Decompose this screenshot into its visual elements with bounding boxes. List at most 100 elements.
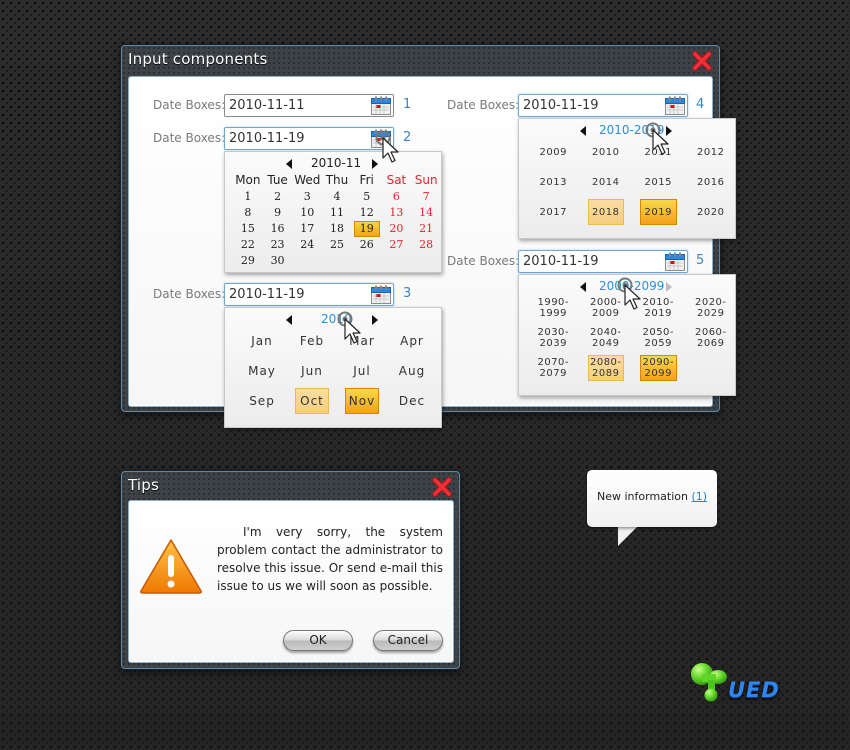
date-value: 2010-11-19 bbox=[523, 98, 599, 113]
decade-cell[interactable]: 2070- 2079 bbox=[535, 355, 572, 381]
calendar-icon[interactable] bbox=[665, 252, 685, 271]
decade-cell[interactable]: 1990- 1999 bbox=[535, 295, 572, 321]
day-cell[interactable]: 26 bbox=[352, 237, 382, 253]
year-cell[interactable]: 2019 bbox=[640, 199, 677, 225]
month-cell[interactable]: Oct bbox=[295, 388, 329, 414]
calendar-icon[interactable] bbox=[371, 96, 391, 115]
day-cell[interactable]: 7 bbox=[411, 189, 441, 205]
day-cell[interactable]: 15 bbox=[233, 221, 263, 237]
decade-cell[interactable]: 2020- 2029 bbox=[693, 295, 730, 321]
day-cell[interactable]: 13 bbox=[382, 205, 412, 221]
date-box-4[interactable]: 2010-11-19 bbox=[518, 94, 688, 117]
day-cell[interactable]: 14 bbox=[411, 205, 441, 221]
year-picker-title[interactable]: 2010-2019 bbox=[599, 123, 664, 137]
notification-count-link[interactable]: (1) bbox=[691, 490, 707, 503]
prev-year-arrow-icon[interactable] bbox=[286, 315, 292, 325]
day-cell[interactable]: 30 bbox=[263, 253, 293, 269]
notification-bubble: New information (1) bbox=[587, 470, 717, 527]
day-cell[interactable]: 29 bbox=[233, 253, 263, 269]
ok-button[interactable]: OK bbox=[283, 630, 353, 651]
close-x-icon[interactable] bbox=[431, 476, 453, 498]
month-cell[interactable]: Apr bbox=[395, 328, 429, 354]
month-cell[interactable]: Feb bbox=[295, 328, 329, 354]
year-cell[interactable]: 2015 bbox=[640, 169, 677, 195]
day-cell[interactable]: 21 bbox=[411, 221, 441, 237]
next-century-arrow-icon[interactable] bbox=[666, 282, 672, 292]
day-cell[interactable]: 18 bbox=[322, 221, 352, 237]
year-cell[interactable]: 2010 bbox=[588, 139, 625, 165]
empty-day-cell bbox=[292, 253, 322, 269]
month-picker-title[interactable]: 2010 bbox=[321, 312, 352, 326]
month-cell[interactable]: Jul bbox=[345, 358, 379, 384]
next-month-arrow-icon[interactable] bbox=[372, 159, 378, 169]
day-cell[interactable]: 24 bbox=[292, 237, 322, 253]
date-box-1[interactable]: 2010-11-11 bbox=[224, 94, 394, 117]
day-cell[interactable]: 9 bbox=[263, 205, 293, 221]
day-cell[interactable]: 28 bbox=[411, 237, 441, 253]
month-cell[interactable]: Mar bbox=[345, 328, 379, 354]
day-cell[interactable]: 2 bbox=[263, 189, 293, 205]
decade-cell[interactable]: 2030- 2039 bbox=[535, 325, 572, 351]
year-cell[interactable]: 2013 bbox=[535, 169, 572, 195]
year-cell[interactable]: 2016 bbox=[693, 169, 730, 195]
month-cell[interactable]: Aug bbox=[395, 358, 429, 384]
day-cell[interactable]: 19 bbox=[353, 221, 380, 237]
date-box-label: Date Boxes: bbox=[153, 98, 226, 112]
decade-cell[interactable]: 2080- 2089 bbox=[587, 355, 624, 381]
cancel-button[interactable]: Cancel bbox=[373, 630, 443, 651]
day-cell[interactable]: 6 bbox=[382, 189, 412, 205]
calendar-icon[interactable] bbox=[371, 285, 391, 304]
year-cell[interactable]: 2018 bbox=[587, 199, 624, 225]
date-box-5[interactable]: 2010-11-19 bbox=[518, 250, 688, 273]
decade-cell[interactable]: 2090- 2099 bbox=[640, 355, 677, 381]
close-x-icon[interactable] bbox=[691, 50, 713, 72]
month-cell[interactable]: Dec bbox=[395, 388, 429, 414]
year-cell[interactable]: 2012 bbox=[693, 139, 730, 165]
month-cell[interactable]: Jan bbox=[245, 328, 279, 354]
date-box-3[interactable]: 2010-11-19 bbox=[224, 283, 394, 306]
day-cell[interactable]: 10 bbox=[292, 205, 322, 221]
day-cell[interactable]: 23 bbox=[263, 237, 293, 253]
day-cell[interactable]: 27 bbox=[382, 237, 412, 253]
month-cell[interactable]: Sep bbox=[245, 388, 279, 414]
year-cell[interactable]: 2017 bbox=[535, 199, 572, 225]
year-cell[interactable]: 2009 bbox=[535, 139, 572, 165]
day-cell[interactable]: 20 bbox=[382, 221, 412, 237]
day-picker-title[interactable]: 2010-11 bbox=[311, 156, 361, 170]
day-cell[interactable]: 11 bbox=[322, 205, 352, 221]
decade-cell[interactable]: 2040- 2049 bbox=[588, 325, 625, 351]
month-cell[interactable]: Nov bbox=[345, 388, 379, 414]
decade-picker-title[interactable]: 2000-2099 bbox=[599, 279, 664, 293]
prev-month-arrow-icon[interactable] bbox=[286, 159, 292, 169]
day-cell[interactable]: 8 bbox=[233, 205, 263, 221]
date-value: 2010-11-19 bbox=[229, 287, 305, 302]
decade-cell[interactable]: 2010- 2019 bbox=[640, 295, 677, 321]
year-cell[interactable]: 2011 bbox=[640, 139, 677, 165]
next-decade-arrow-icon[interactable] bbox=[666, 126, 672, 136]
calendar-icon[interactable] bbox=[371, 129, 391, 148]
day-cell[interactable]: 5 bbox=[352, 189, 382, 205]
year-cell[interactable]: 2014 bbox=[588, 169, 625, 195]
day-cell[interactable]: 3 bbox=[292, 189, 322, 205]
day-cell[interactable]: 1 bbox=[233, 189, 263, 205]
decade-cell[interactable]: 2000- 2009 bbox=[588, 295, 625, 321]
month-cell[interactable]: Jun bbox=[295, 358, 329, 384]
month-cell[interactable]: May bbox=[245, 358, 279, 384]
day-cell[interactable]: 25 bbox=[322, 237, 352, 253]
warning-icon bbox=[140, 539, 202, 594]
day-cell[interactable]: 16 bbox=[263, 221, 293, 237]
prev-decade-arrow-icon[interactable] bbox=[580, 126, 586, 136]
decade-cell[interactable]: 2050- 2059 bbox=[640, 325, 677, 351]
day-cell[interactable]: 17 bbox=[292, 221, 322, 237]
empty-day-cell bbox=[411, 253, 441, 269]
year-cell[interactable]: 2020 bbox=[693, 199, 730, 225]
day-cell[interactable]: 4 bbox=[322, 189, 352, 205]
calendar-icon[interactable] bbox=[665, 96, 685, 115]
day-cell[interactable]: 12 bbox=[352, 205, 382, 221]
date-box-2[interactable]: 2010-11-19 bbox=[224, 127, 394, 150]
decade-cell[interactable]: 2060- 2069 bbox=[693, 325, 730, 351]
prev-century-arrow-icon[interactable] bbox=[580, 282, 586, 292]
notification-label: New information bbox=[597, 490, 688, 503]
day-cell[interactable]: 22 bbox=[233, 237, 263, 253]
next-year-arrow-icon[interactable] bbox=[372, 315, 378, 325]
